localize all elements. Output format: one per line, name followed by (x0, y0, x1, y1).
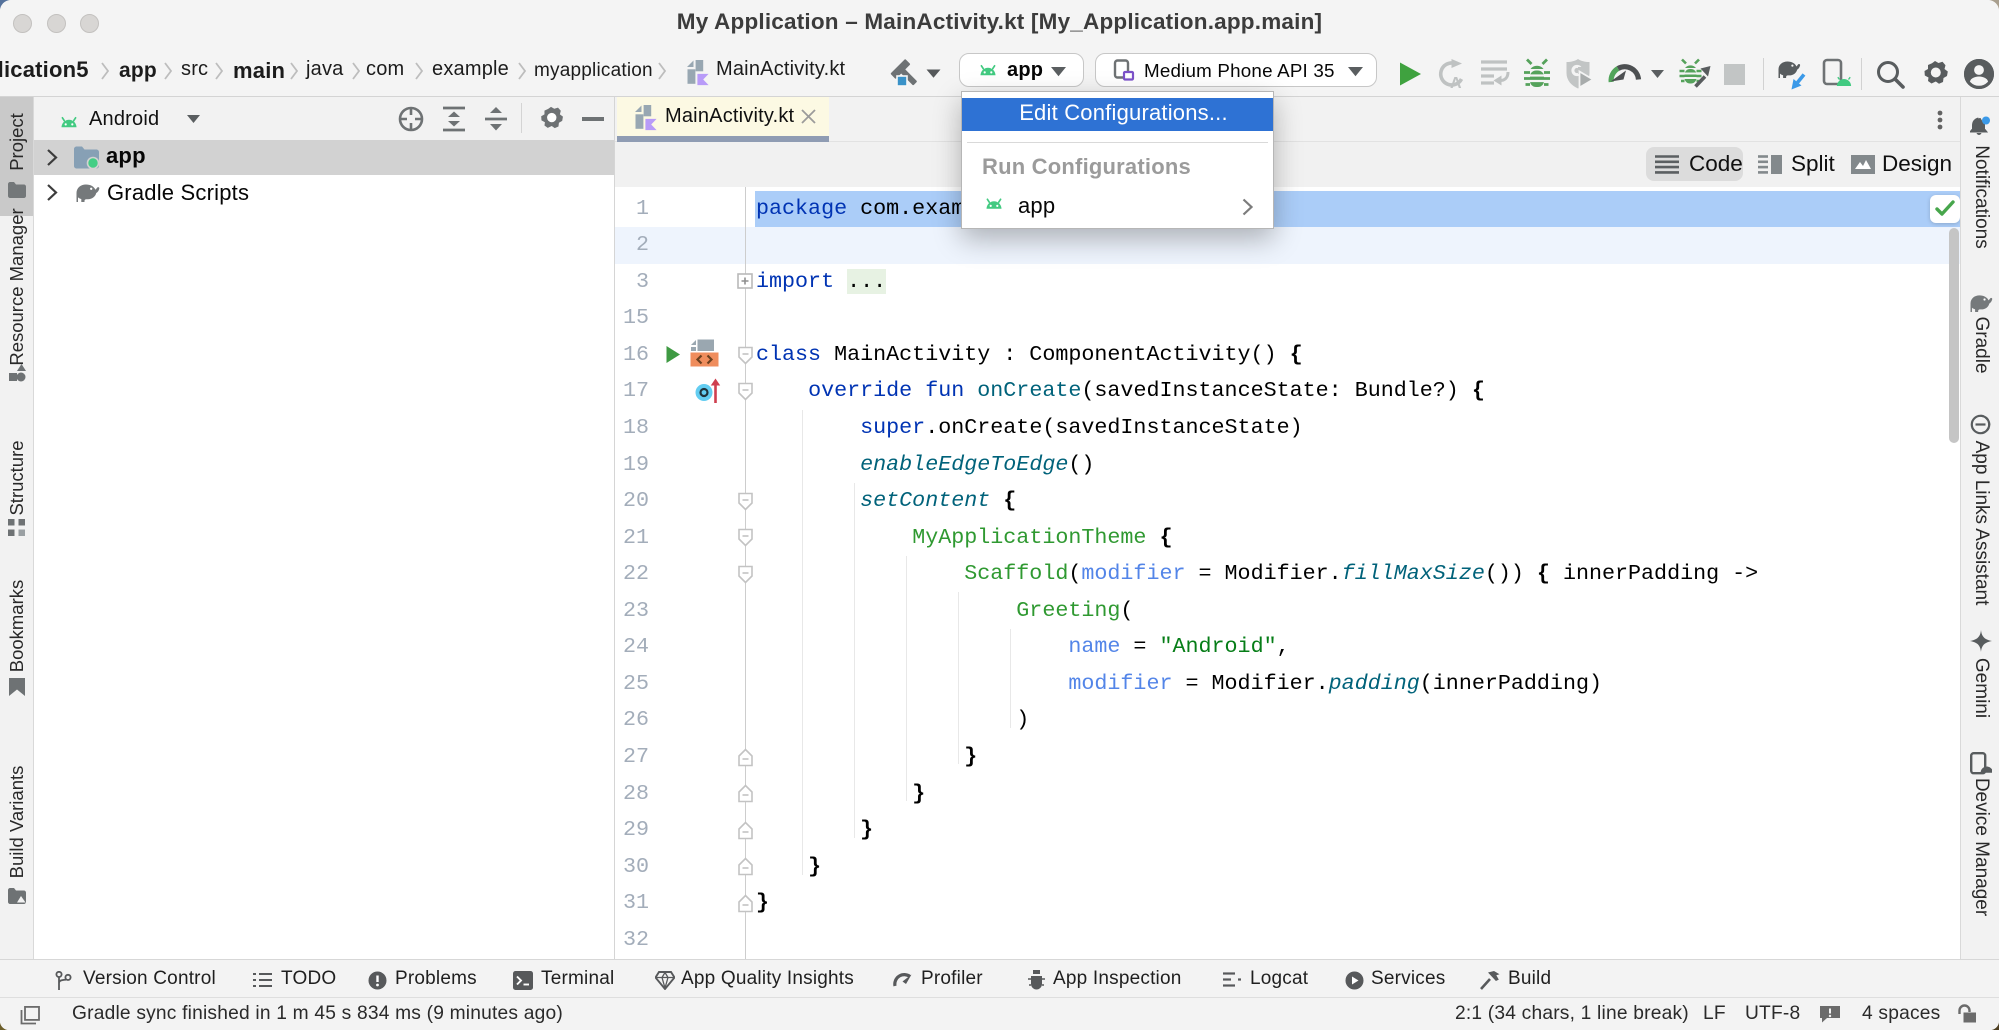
svg-text:A: A (1450, 75, 1462, 89)
